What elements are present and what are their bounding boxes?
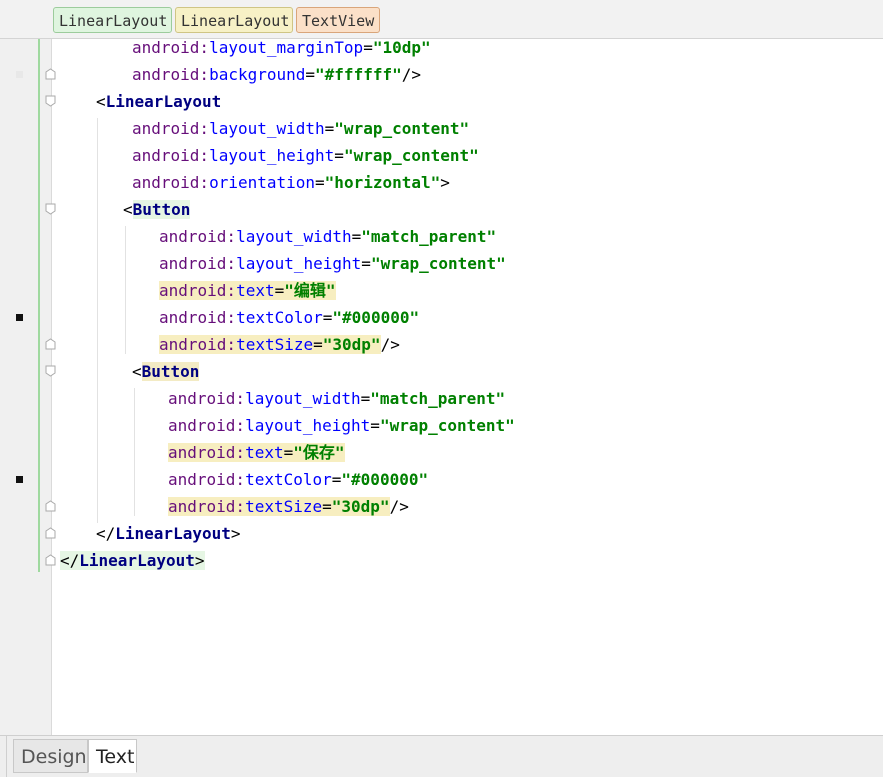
code-line: android:textColor="#000000"	[159, 308, 420, 327]
breadcrumb-linearlayout-inner[interactable]: LinearLayout	[175, 7, 293, 33]
code-line: android:orientation="horizontal">	[132, 173, 450, 192]
code-line: android:layout_width="match_parent"	[168, 389, 506, 408]
code-line: </LinearLayout>	[96, 524, 241, 543]
code-line: android:layout_width="wrap_content"	[132, 119, 470, 138]
fold-end-icon[interactable]	[45, 527, 56, 539]
indent-guide	[134, 388, 135, 516]
code-line: <Button	[132, 362, 200, 381]
breadcrumb-textview[interactable]: TextView	[296, 7, 380, 33]
code-line: </LinearLayout>	[60, 551, 205, 570]
code-line: android:text="保存"	[168, 443, 345, 462]
fold-start-icon[interactable]	[45, 203, 56, 215]
fold-end-icon[interactable]	[45, 338, 56, 350]
indent-guide	[97, 118, 98, 523]
breadcrumb-linearlayout-outer[interactable]: LinearLayout	[53, 7, 172, 33]
tab-text[interactable]: Text	[88, 739, 137, 773]
tab-design[interactable]: Design	[13, 739, 88, 773]
color-preview-marker[interactable]	[16, 314, 23, 321]
code-line: android:layout_height="wrap_content"	[132, 146, 479, 165]
code-line: android:layout_height="wrap_content"	[159, 254, 506, 273]
code-line: <Button	[123, 200, 191, 219]
fold-end-icon[interactable]	[45, 554, 56, 566]
code-line: android:textSize="30dp"/>	[168, 497, 409, 516]
fold-start-icon[interactable]	[45, 365, 56, 377]
color-preview-marker[interactable]	[16, 476, 23, 483]
indent-guide	[125, 226, 126, 354]
code-line: android:text="编辑"	[159, 281, 336, 300]
vcs-change-marker[interactable]	[38, 39, 40, 572]
code-line: android:textSize="30dp"/>	[159, 335, 400, 354]
fold-end-icon[interactable]	[45, 500, 56, 512]
code-line: android:layout_height="wrap_content"	[168, 416, 515, 435]
editor-mode-tabs: Design Text	[0, 735, 883, 777]
code-line: android:background="#ffffff"/>	[132, 65, 421, 84]
editor-gutter	[0, 39, 52, 735]
gutter-marker[interactable]	[16, 71, 23, 78]
fold-end-icon[interactable]	[45, 68, 56, 80]
code-line: android:layout_width="match_parent"	[159, 227, 497, 246]
fold-start-icon[interactable]	[45, 95, 56, 107]
code-line: <LinearLayout	[96, 92, 222, 111]
code-line: android:layout_marginTop="10dp"	[132, 38, 431, 57]
code-line: android:textColor="#000000"	[168, 470, 429, 489]
tab-divider	[6, 736, 7, 777]
